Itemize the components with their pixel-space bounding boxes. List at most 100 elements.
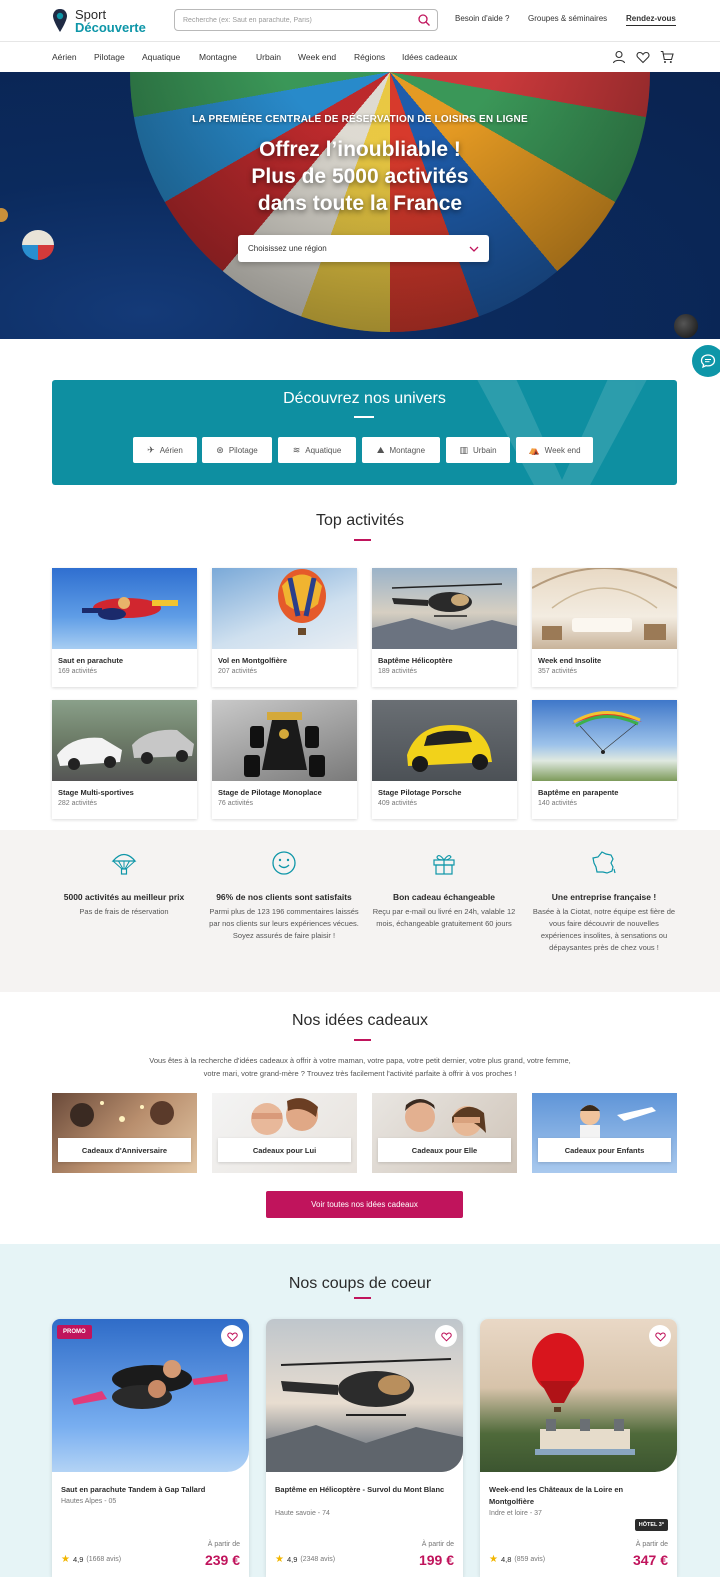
activity-card-parapente[interactable]: Baptême en parapente 140 activités bbox=[532, 700, 677, 819]
smiley-icon bbox=[272, 851, 296, 875]
univers-button-aquatique[interactable]: ≋ Aquatique bbox=[278, 437, 356, 463]
logo-pin-icon bbox=[53, 9, 67, 32]
activity-name: Stage Multi-sportives bbox=[58, 788, 134, 797]
favorite-image-parachute: PROMO bbox=[52, 1319, 249, 1472]
feature-best-price: 5000 activités au meilleur prix Pas de f… bbox=[49, 850, 199, 918]
gift-card-elle[interactable]: Cadeaux pour Elle bbox=[372, 1093, 517, 1173]
favorite-price: 239 € bbox=[204, 1552, 240, 1568]
nav-item-aerien[interactable]: Aérien bbox=[52, 52, 77, 62]
feature-satisfaction: 96% de nos clients sont satisfaits Parmi… bbox=[209, 850, 359, 942]
rendez-vous-link[interactable]: Rendez-vous bbox=[626, 14, 676, 26]
heart-icon bbox=[226, 1331, 238, 1342]
heart-icon bbox=[440, 1331, 452, 1342]
favorite-location: Haute savoie - 74 bbox=[275, 1510, 330, 1517]
nav-item-aquatique[interactable]: Aquatique bbox=[142, 52, 180, 62]
activity-image-monoplace bbox=[212, 700, 357, 781]
cart-icon[interactable] bbox=[660, 50, 674, 64]
activity-card-montgolfiere[interactable]: Vol en Montgolfière 207 activités bbox=[212, 568, 357, 687]
hero-title-line1: Offrez l’inoubliable ! bbox=[259, 138, 461, 161]
favorite-card[interactable]: PROMO Saut en parachute Tandem à Gap Tal… bbox=[52, 1319, 249, 1577]
univers-button-urbain[interactable]: ▥ Urbain bbox=[446, 437, 510, 463]
favorites-title: Nos coups de coeur bbox=[288, 1275, 432, 1292]
activity-name: Vol en Montgolfière bbox=[218, 656, 288, 665]
rating-value: 4,9 bbox=[286, 1555, 298, 1564]
nav-item-week-end[interactable]: Week end bbox=[298, 52, 336, 62]
activity-image-parachute bbox=[52, 568, 197, 649]
univers-button-week-end[interactable]: ⛺ Week end bbox=[516, 437, 593, 463]
activity-count: 409 activités bbox=[378, 800, 417, 807]
building-icon: ▥ bbox=[459, 444, 468, 455]
univers-button-label: Montagne bbox=[389, 445, 426, 455]
activity-image-multi-sportives bbox=[52, 700, 197, 781]
favorite-toggle[interactable] bbox=[221, 1325, 243, 1347]
nav-item-urbain[interactable]: Urbain bbox=[256, 52, 281, 62]
gift-card-lui[interactable]: Cadeaux pour Lui bbox=[212, 1093, 357, 1173]
favorite-toggle[interactable] bbox=[649, 1325, 671, 1347]
univers-button-montagne[interactable]: ⛰ Montagne bbox=[362, 437, 440, 463]
nav-item-idees-cadeaux[interactable]: Idées cadeaux bbox=[402, 52, 457, 62]
activity-card-helicoptere[interactable]: Baptême Hélicoptère 189 activités bbox=[372, 568, 517, 687]
gift-card-enfants[interactable]: Cadeaux pour Enfants bbox=[532, 1093, 677, 1173]
favorite-price: 347 € bbox=[632, 1552, 668, 1568]
heart-icon[interactable] bbox=[636, 50, 650, 64]
nav-item-montagne[interactable]: Montagne bbox=[199, 52, 237, 62]
favorite-image-helicoptere bbox=[266, 1319, 463, 1472]
activity-card-porsche[interactable]: Stage Pilotage Porsche 409 activités bbox=[372, 700, 517, 819]
univers-button-label: Week end bbox=[544, 445, 581, 455]
favorite-card[interactable]: Week-end les Châteaux de la Loire en Mon… bbox=[480, 1319, 677, 1577]
groups-link[interactable]: Groupes & séminaires bbox=[528, 14, 607, 23]
nav-item-pilotage[interactable]: Pilotage bbox=[94, 52, 125, 62]
hero-title: Offrez l’inoubliable ! Plus de 5000 acti… bbox=[0, 136, 720, 217]
hero-title-line3: dans toute la France bbox=[257, 192, 463, 215]
nav-item-regions[interactable]: Régions bbox=[354, 52, 385, 62]
promo-badge: PROMO bbox=[57, 1325, 92, 1339]
favorite-toggle[interactable] bbox=[435, 1325, 457, 1347]
activity-name: Baptême Hélicoptère bbox=[378, 656, 453, 665]
feature-desc: Reçu par e-mail ou livré en 24h, valable… bbox=[372, 907, 516, 928]
star-icon: ★ bbox=[61, 1554, 70, 1565]
gift-card-label: Cadeaux d'Anniversaire bbox=[58, 1138, 191, 1162]
favorite-price-from: À partir de bbox=[421, 1541, 454, 1548]
activity-card-multi-sportives[interactable]: Stage Multi-sportives 282 activités bbox=[52, 700, 197, 819]
hero-kicker: LA PREMIÈRE CENTRALE DE RÉSERVATION DE L… bbox=[192, 114, 528, 125]
univers-button-label: Urbain bbox=[472, 445, 497, 455]
see-all-gifts-button[interactable]: Voir toutes nos idées cadeaux bbox=[266, 1191, 463, 1218]
activity-card-week-end-insolite[interactable]: Week end Insolite 357 activités bbox=[532, 568, 677, 687]
feature-french-company: Une entreprise française ! Basée à la Ci… bbox=[529, 850, 679, 954]
favorite-rating: ★ 4,9 (2348 avis) bbox=[275, 1554, 335, 1565]
favorite-card[interactable]: Baptême en Hélicoptère - Survol du Mont … bbox=[266, 1319, 463, 1577]
user-icon[interactable] bbox=[612, 50, 626, 64]
search-input[interactable] bbox=[183, 11, 417, 29]
activity-card-parachute[interactable]: Saut en parachute 169 activités bbox=[52, 568, 197, 687]
favorite-name: Week-end les Châteaux de la Loire en Mon… bbox=[489, 1485, 624, 1506]
feature-title: Une entreprise française ! bbox=[551, 892, 657, 902]
search-icon[interactable] bbox=[417, 13, 431, 27]
mountain-icon: ⛰ bbox=[376, 444, 385, 455]
search-box bbox=[174, 9, 438, 31]
activity-name: Baptême en parapente bbox=[538, 788, 619, 797]
plane-icon: ✈ bbox=[147, 444, 155, 455]
activity-name: Week end Insolite bbox=[538, 656, 602, 665]
univers-button-aerien[interactable]: ✈ Aérien bbox=[133, 437, 197, 463]
feature-title: 5000 activités au meilleur prix bbox=[63, 892, 185, 902]
gift-card-anniversaire[interactable]: Cadeaux d'Anniversaire bbox=[52, 1093, 197, 1173]
favorite-location: Hautes Alpes - 05 bbox=[61, 1498, 117, 1505]
small-balloon-left bbox=[22, 230, 54, 260]
activity-card-monoplace[interactable]: Stage de Pilotage Monoplace 76 activités bbox=[212, 700, 357, 819]
help-link[interactable]: Besoin d'aide ? bbox=[455, 14, 509, 23]
top-header: Sport Découverte Besoin d'aide ? Groupes… bbox=[0, 0, 720, 42]
feature-title: 96% de nos clients sont satisfaits bbox=[216, 892, 352, 902]
logo-line2: Découverte bbox=[75, 20, 146, 35]
favorite-location: Indre et loire - 37 bbox=[489, 1510, 542, 1517]
feature-desc: Pas de frais de réservation bbox=[79, 907, 169, 916]
favorite-price-from: À partir de bbox=[635, 1541, 668, 1548]
wheel-icon: ⊛ bbox=[216, 444, 224, 455]
region-select[interactable]: Choisissez une région bbox=[238, 235, 489, 262]
univers-button-pilotage[interactable]: ⊛ Pilotage bbox=[202, 437, 272, 463]
logo[interactable]: Sport Découverte bbox=[52, 6, 146, 36]
rating-count: (1668 avis) bbox=[86, 1556, 122, 1563]
small-balloon-right bbox=[674, 314, 698, 338]
activity-count: 189 activités bbox=[378, 668, 417, 675]
chat-button[interactable] bbox=[692, 345, 720, 377]
activity-image-montgolfiere bbox=[212, 568, 357, 649]
